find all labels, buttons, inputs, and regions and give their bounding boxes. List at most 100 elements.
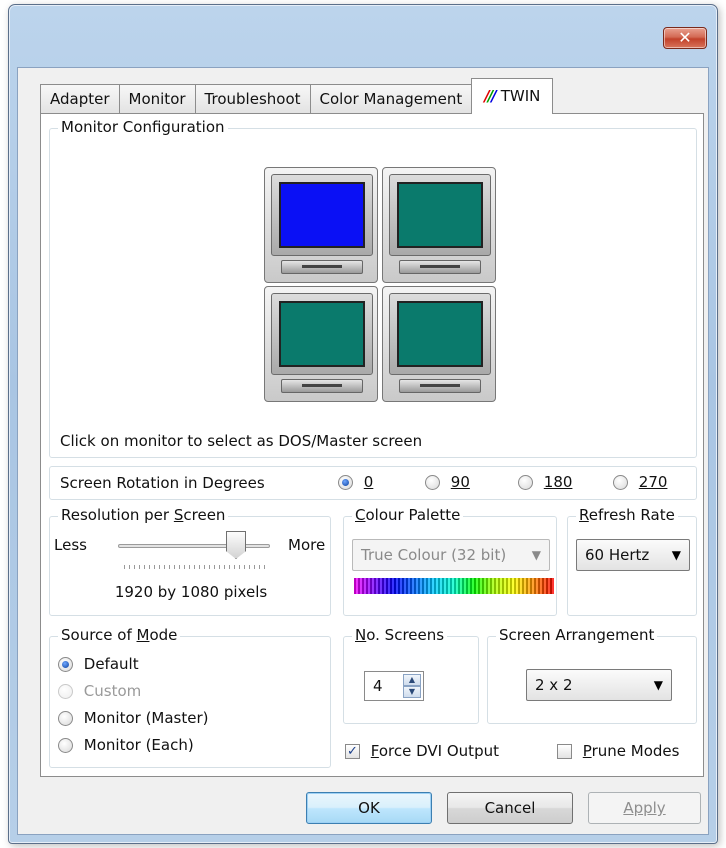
rotation-option-270[interactable]: 270 [613,473,667,491]
chevron-down-icon: ▼ [653,678,663,692]
prune-modes-label: Prune Modes [582,742,680,760]
arrangement-group: Screen Arrangement 2 x 2 ▼ [487,626,697,724]
mode-radio-default[interactable] [58,657,73,672]
mode-radio-custom[interactable] [58,684,73,699]
mode-radio-monitor-each[interactable] [58,738,73,753]
force-dvi-checkbox[interactable]: ✓ [345,744,360,759]
mode-option-monitor-each[interactable]: Monitor (Each) [58,736,194,754]
mode-label-monitor-each: Monitor (Each) [83,736,194,754]
force-dvi-label: Force DVI Output [370,742,499,760]
rotation-option-180[interactable]: 180 [518,473,572,491]
refresh-rate-title: Refresh Rate [576,506,678,524]
monitor-screen [397,301,483,367]
rotation-radio-90[interactable] [425,475,440,490]
monitor-screen [279,182,365,248]
colour-palette-value: True Colour (32 bit) [361,546,507,564]
prune-modes-checkbox[interactable] [557,744,572,759]
screens-group: No. Screens 4 ▲ ▼ [343,626,479,724]
refresh-rate-dropdown[interactable]: 60 Hertz ▼ [576,539,690,571]
twin-logo-icon: /// [484,87,497,105]
screens-spinner[interactable]: 4 ▲ ▼ [364,671,424,701]
monitor-grid [264,167,496,403]
mode-option-monitor-master[interactable]: Monitor (Master) [58,709,209,727]
rotation-option-0[interactable]: 0 [338,473,373,491]
resolution-more-label: More [288,536,326,554]
chevron-down-icon: ▼ [671,548,681,562]
monitor-configuration-group: Monitor Configuration Click on monitor t… [49,118,697,458]
monitor-3[interactable] [264,286,378,402]
resolution-value: 1920 by 1080 pixels [114,583,268,601]
resolution-slider-track[interactable] [118,544,270,548]
rotation-value-180: 180 [543,473,573,491]
rotation-radio-0[interactable] [338,475,353,490]
colour-palette-dropdown[interactable]: True Colour (32 bit) ▼ [352,539,550,571]
force-dvi-option[interactable]: ✓ Force DVI Output [345,742,499,760]
apply-button-label: Apply [623,799,666,817]
colour-palette-spectrum [354,578,554,594]
colour-palette-title: Colour Palette [352,506,464,524]
resolution-slider-ticks [124,565,268,569]
close-button[interactable]: ✕ [663,27,707,49]
title-bar[interactable]: ✕ [9,5,717,67]
mode-radio-monitor-master[interactable] [58,711,73,726]
cancel-button[interactable]: Cancel [447,792,573,824]
rotation-option-90[interactable]: 90 [425,473,470,491]
monitor-4[interactable] [382,286,496,402]
monitor-icon [389,174,491,256]
rotation-value-270: 270 [638,473,668,491]
monitor-2[interactable] [382,167,496,283]
monitor-icon [271,174,373,256]
rotation-value-90: 90 [450,473,470,491]
monitor-stand [399,260,481,274]
tab-monitor[interactable]: Monitor [118,84,196,114]
spin-up-icon[interactable]: ▲ [403,674,421,686]
monitor-icon [271,293,373,375]
monitor-stand [281,260,363,274]
source-of-mode-group: Source of Mode Default Custom Monitor (M… [49,626,331,768]
tab-troubleshoot[interactable]: Troubleshoot [194,84,311,114]
monitor-icon [389,293,491,375]
mode-label-monitor-master: Monitor (Master) [83,709,209,727]
refresh-rate-value: 60 Hertz [585,546,650,564]
arrangement-value: 2 x 2 [535,676,573,694]
colour-palette-group: Colour Palette True Colour (32 bit) ▼ [343,506,557,616]
ok-button[interactable]: OK [306,792,432,824]
rotation-radio-180[interactable] [518,475,533,490]
mode-option-custom[interactable]: Custom [58,682,141,700]
monitor-screen [397,182,483,248]
twin-tab-panel: Monitor Configuration Click on monitor t… [40,113,704,777]
tab-adapter[interactable]: Adapter [40,84,120,114]
resolution-title: Resolution per Screen [58,506,229,524]
rotation-label: Screen Rotation in Degrees [60,474,265,492]
mode-label-custom: Custom [83,682,142,700]
dialog-client-area: Adapter Monitor Troubleshoot Color Manag… [17,67,709,835]
resolution-group: Resolution per Screen Less More 1920 by … [49,506,331,616]
monitor-stand [399,379,481,393]
refresh-rate-group: Refresh Rate 60 Hertz ▼ [567,506,697,616]
mode-option-default[interactable]: Default [58,655,139,673]
arrangement-title: Screen Arrangement [496,626,658,644]
arrangement-dropdown[interactable]: 2 x 2 ▼ [526,669,672,701]
monitor-1[interactable] [264,167,378,283]
tab-strip: Adapter Monitor Troubleshoot Color Manag… [40,78,554,114]
check-icon: ✓ [347,744,358,759]
monitor-configuration-title: Monitor Configuration [58,118,228,136]
rotation-value-0: 0 [363,473,374,491]
screens-title: No. Screens [352,626,448,644]
tab-twin-label: TWIN [500,87,541,105]
source-of-mode-title: Source of Mode [58,626,181,644]
spin-down-icon[interactable]: ▼ [403,686,421,698]
tab-twin[interactable]: ///TWIN [471,78,554,114]
chevron-down-icon: ▼ [531,548,541,562]
mode-label-default: Default [83,655,139,673]
monitor-select-hint: Click on monitor to select as DOS/Master… [60,432,423,450]
rotation-radio-270[interactable] [613,475,628,490]
monitor-screen [279,301,365,367]
apply-button[interactable]: Apply [588,792,701,824]
screens-spinner-buttons: ▲ ▼ [403,674,421,698]
monitor-stand [281,379,363,393]
resolution-slider-thumb[interactable] [226,531,246,559]
tab-color-management[interactable]: Color Management [309,84,473,114]
prune-modes-option[interactable]: Prune Modes [557,742,679,760]
screens-value: 4 [373,677,383,695]
